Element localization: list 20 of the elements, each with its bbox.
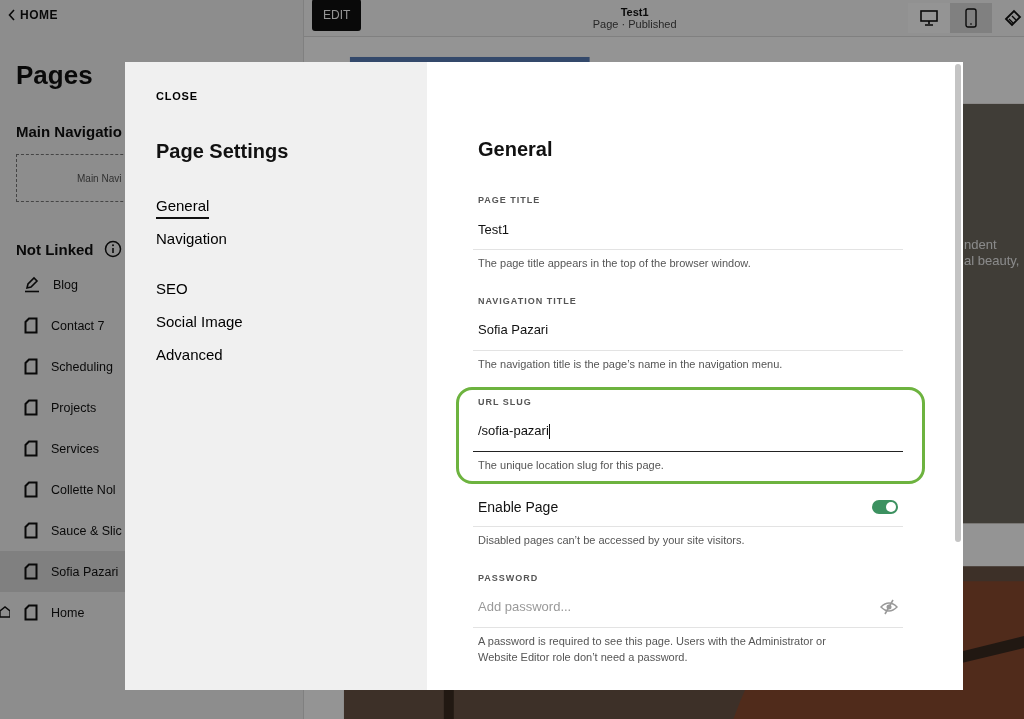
help-text: The unique location slug for this page.	[478, 457, 665, 473]
drop-zone-label: Main Navi	[77, 172, 122, 184]
field-label: PASSWORD	[478, 572, 540, 583]
preview-text: ndent	[964, 237, 997, 252]
page-title: Test1	[620, 6, 649, 18]
field-label: NAVIGATION TITLE	[478, 295, 578, 306]
section-heading: Main Navigatio	[16, 123, 123, 140]
section-heading: Not Linked	[16, 240, 94, 258]
dialog-title: Page Settings	[156, 140, 289, 163]
pages-title: Pages	[16, 60, 94, 91]
page-status: Page · Published	[592, 18, 677, 30]
help-text: A password is required to see this page. Users with the Administrator or Website Editor role don’t need a password.	[478, 633, 827, 665]
toggle-label: Enable Page	[478, 498, 559, 515]
help-text: The navigation title is the page’s name in the navigation menu.	[478, 356, 784, 372]
field-label: PAGE TITLE	[478, 195, 542, 205]
help-text: The page title appears in the top of the browser window.	[478, 256, 752, 271]
preview-text: al beauty,	[964, 253, 1020, 268]
section-title: General	[478, 138, 554, 161]
help-text: Disabled pages can’t be accessed by your site visitors.	[478, 532, 746, 548]
field-label: URL SLUG	[478, 396, 533, 407]
